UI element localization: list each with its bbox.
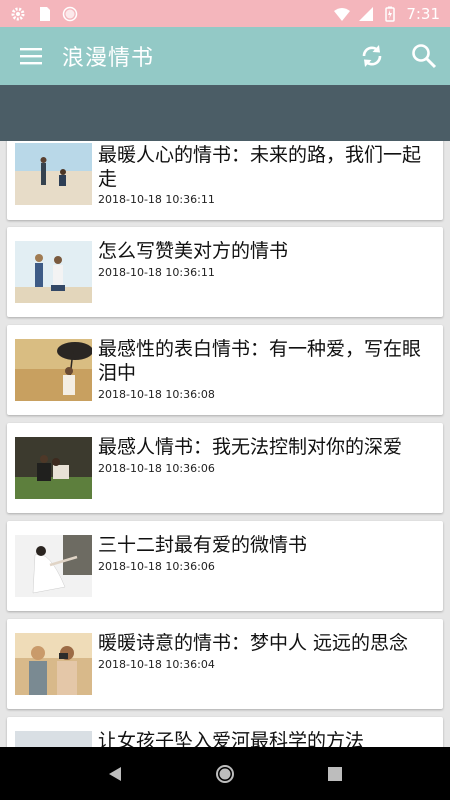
article-title: 三十二封最有爱的微情书 — [98, 534, 308, 556]
article-title: 让女孩子坠入爱河最科学的方法 — [98, 730, 365, 747]
article-date: 2018-10-18 10:36:11 — [98, 193, 215, 206]
article-title: 怎么写赞美对方的情书 — [98, 240, 289, 262]
search-button[interactable] — [398, 27, 450, 85]
settings-icon — [11, 7, 25, 20]
list-item[interactable]: 暖暖诗意的情书：梦中人 远远的思念 2018-10-18 10:36:04 — [7, 619, 443, 709]
toolbar-strip — [0, 85, 450, 141]
article-thumbnail — [15, 731, 92, 747]
home-button[interactable] — [205, 754, 245, 794]
battery-icon — [385, 6, 396, 22]
article-list[interactable]: 最暖人心的情书：未来的路，我们一起走 2018-10-18 10:36:11 怎… — [0, 141, 450, 747]
list-item[interactable]: 怎么写赞美对方的情书 2018-10-18 10:36:11 — [7, 227, 443, 317]
list-item[interactable]: 最感人情书：我无法控制对你的深爱 2018-10-18 10:36:06 — [7, 423, 443, 513]
home-icon — [216, 764, 234, 783]
article-thumbnail — [15, 339, 92, 401]
article-date: 2018-10-18 10:36:11 — [98, 266, 215, 279]
list-item[interactable]: 最感性的表白情书：有一种爱，写在眼泪中 2018-10-18 10:36:08 — [7, 325, 443, 415]
hamburger-icon — [20, 48, 42, 65]
menu-button[interactable] — [0, 27, 62, 85]
refresh-icon — [362, 45, 382, 67]
sd-card-icon — [40, 6, 50, 21]
clock: 7:31 — [406, 4, 440, 23]
article-date: 2018-10-18 10:36:06 — [98, 560, 215, 573]
signal-icon — [359, 6, 374, 21]
app-bar: 浪漫情书 — [0, 27, 450, 85]
list-item[interactable]: 三十二封最有爱的微情书 2018-10-18 10:36:06 — [7, 521, 443, 611]
refresh-button[interactable] — [346, 27, 398, 85]
recents-button[interactable] — [315, 754, 355, 794]
article-date: 2018-10-18 10:36:04 — [98, 658, 215, 671]
wifi-icon — [334, 7, 351, 21]
list-item[interactable]: 让女孩子坠入爱河最科学的方法 — [7, 717, 443, 747]
back-button[interactable] — [95, 754, 135, 794]
status-bar: 7:31 — [0, 0, 450, 27]
record-icon — [62, 6, 78, 21]
article-thumbnail — [15, 437, 92, 499]
article-date: 2018-10-18 10:36:08 — [98, 388, 215, 401]
recents-icon — [328, 766, 342, 781]
article-title: 最暖人心的情书：未来的路，我们一起走 — [98, 144, 422, 190]
article-thumbnail — [15, 535, 92, 597]
system-nav-bar — [0, 747, 450, 800]
back-icon — [109, 766, 121, 781]
article-thumbnail — [15, 143, 92, 205]
article-title: 最感人情书：我无法控制对你的深爱 — [98, 436, 403, 458]
article-title: 暖暖诗意的情书：梦中人 远远的思念 — [98, 632, 409, 654]
app-title: 浪漫情书 — [62, 46, 155, 71]
article-date: 2018-10-18 10:36:06 — [98, 462, 215, 475]
search-icon — [412, 44, 437, 69]
article-thumbnail — [15, 633, 92, 695]
article-thumbnail — [15, 241, 92, 303]
article-title: 最感性的表白情书：有一种爱，写在眼泪中 — [98, 338, 422, 384]
list-item[interactable]: 最暖人心的情书：未来的路，我们一起走 2018-10-18 10:36:11 — [7, 141, 443, 220]
